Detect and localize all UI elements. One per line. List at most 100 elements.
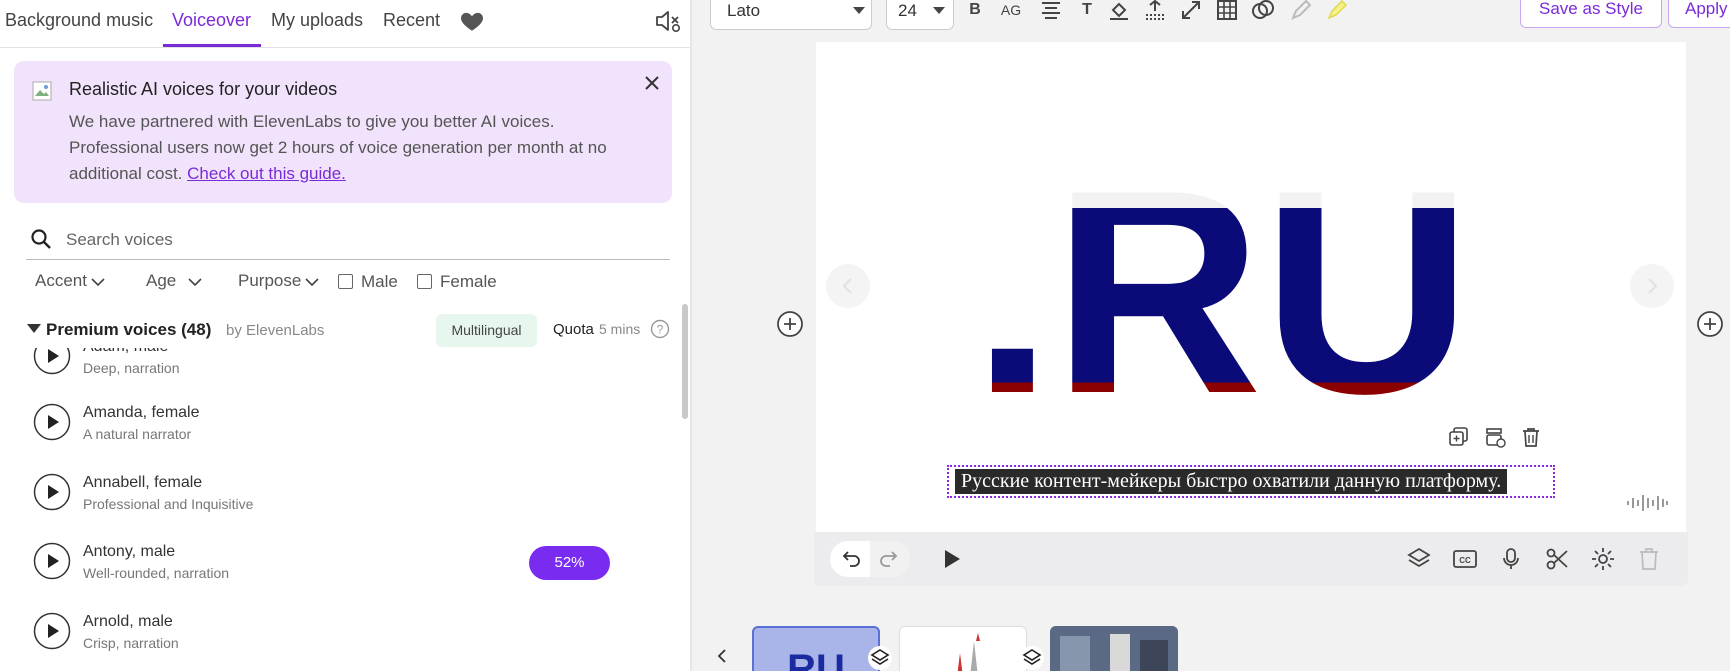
- list-item[interactable]: Antony, male Well-rounded, narration 52%: [0, 529, 672, 591]
- duplicate-icon[interactable]: [1448, 426, 1470, 448]
- layers-badge[interactable]: [1020, 646, 1044, 670]
- scissors-icon[interactable]: [1544, 546, 1570, 572]
- tab-recent[interactable]: Recent: [383, 10, 440, 31]
- add-scene-before-icon[interactable]: [776, 310, 804, 338]
- gear-icon[interactable]: [1590, 546, 1616, 572]
- list-item[interactable]: Annabell, female Professional and Inquis…: [0, 460, 672, 522]
- chevron-down-icon: [91, 277, 105, 286]
- chevron-left-icon[interactable]: [716, 648, 728, 664]
- add-scene-after-icon[interactable]: [1696, 310, 1724, 338]
- play-icon[interactable]: [33, 542, 71, 580]
- quota-value: 5 mins: [599, 321, 641, 337]
- tab-voiceover[interactable]: Voiceover: [172, 10, 251, 31]
- style-copy-icon[interactable]: [1484, 426, 1506, 448]
- font-select[interactable]: Lato: [710, 0, 872, 30]
- thumbnail-image: [1050, 626, 1178, 671]
- grid-icon[interactable]: [1214, 0, 1240, 22]
- media-panel: Background music Voiceover My uploads Re…: [0, 0, 692, 671]
- premium-voices-header[interactable]: Premium voices (48) by ElevenLabs Multil…: [0, 312, 672, 348]
- bold-button[interactable]: B: [962, 0, 988, 22]
- apply-button[interactable]: Apply: [1668, 0, 1730, 28]
- list-item[interactable]: Adam, male Deep, narration: [0, 348, 672, 386]
- trash-icon[interactable]: [1520, 426, 1542, 448]
- layers-icon: [870, 649, 890, 665]
- voice-name: Annabell, female: [83, 474, 203, 491]
- generation-progress-badge: 52%: [529, 546, 610, 580]
- audio-waveform-icon[interactable]: [1626, 492, 1668, 514]
- ru-logo-text: .RU: [972, 150, 1471, 410]
- help-icon[interactable]: ?: [650, 319, 670, 339]
- fill-color-icon[interactable]: [1106, 0, 1132, 22]
- microphone-icon[interactable]: [1498, 546, 1524, 572]
- heart-icon[interactable]: [459, 8, 485, 34]
- voice-description: Well-rounded, narration: [83, 565, 230, 581]
- subtitle-box[interactable]: Русские контент-мейкеры быстро охватили …: [947, 465, 1555, 498]
- close-icon[interactable]: [642, 73, 662, 93]
- purpose-filter[interactable]: Purpose: [238, 271, 319, 291]
- editor-panel: Lato 24 B AG T Save as Style Apply .RU Р…: [692, 0, 1730, 671]
- save-as-style-button[interactable]: Save as Style: [1520, 0, 1662, 28]
- pen-icon[interactable]: [1288, 0, 1314, 22]
- search-input[interactable]: [66, 226, 656, 254]
- list-item[interactable]: Arnold, male Crisp, narration: [0, 599, 672, 661]
- play-icon[interactable]: [33, 348, 71, 375]
- uppercase-button[interactable]: AG: [998, 0, 1024, 22]
- list-item[interactable]: Amanda, female A natural narrator: [0, 390, 672, 452]
- thumbnail-image: RU: [787, 647, 845, 671]
- checkbox-box[interactable]: [338, 274, 353, 289]
- speaker-settings-icon[interactable]: [654, 8, 682, 34]
- voice-name: Antony, male: [83, 543, 176, 560]
- voice-list-scrollbar[interactable]: [682, 304, 688, 419]
- voice-description: A natural narrator: [83, 426, 192, 442]
- undo-button[interactable]: [830, 541, 870, 577]
- trash-icon[interactable]: [1636, 546, 1662, 572]
- voice-description: Deep, narration: [83, 360, 180, 376]
- tab-my-uploads[interactable]: My uploads: [271, 10, 363, 31]
- scene-timeline: RU: [692, 612, 1730, 671]
- text-style-button[interactable]: T: [1074, 0, 1100, 22]
- female-checkbox[interactable]: Female: [417, 272, 497, 292]
- guide-link[interactable]: Check out this guide.: [187, 164, 346, 183]
- text-spacing-icon[interactable]: [1142, 0, 1168, 22]
- highlighter-icon[interactable]: [1324, 0, 1350, 22]
- captions-icon[interactable]: CC: [1452, 546, 1478, 572]
- svg-text:CC: CC: [1459, 556, 1471, 565]
- scene-thumbnail[interactable]: RU: [752, 626, 880, 671]
- ru-logo-image[interactable]: .RU: [972, 150, 1472, 410]
- subtitle-text[interactable]: Русские контент-мейкеры быстро охватили …: [955, 469, 1508, 494]
- voice-description: Crisp, narration: [83, 635, 179, 651]
- play-icon[interactable]: [33, 403, 71, 441]
- play-icon[interactable]: [938, 546, 964, 572]
- overlap-icon[interactable]: [1250, 0, 1276, 22]
- undo-redo-group: [830, 541, 910, 577]
- voice-name: Adam, male: [83, 348, 168, 356]
- age-filter[interactable]: Age: [146, 271, 202, 291]
- expand-icon[interactable]: [1178, 0, 1204, 22]
- chevron-right-icon: [1648, 278, 1658, 294]
- male-checkbox[interactable]: Male: [338, 272, 398, 292]
- align-center-icon[interactable]: [1038, 0, 1064, 22]
- section-provider: by ElevenLabs: [226, 322, 325, 339]
- scene-thumbnail[interactable]: [899, 626, 1027, 671]
- accent-filter[interactable]: Accent: [35, 271, 105, 291]
- banner-body: We have partnered with ElevenLabs to giv…: [69, 112, 607, 183]
- font-size-select[interactable]: 24: [886, 0, 954, 30]
- tab-background-music[interactable]: Background music: [5, 10, 153, 31]
- undo-icon: [842, 551, 860, 567]
- elevenlabs-banner: Realistic AI voices for your videos We h…: [14, 61, 672, 203]
- quota-label: Quota: [553, 321, 594, 338]
- layers-icon[interactable]: [1406, 546, 1432, 572]
- next-scene-button[interactable]: [1630, 264, 1674, 308]
- scene-thumbnail[interactable]: [1050, 626, 1178, 671]
- broken-image-icon: [32, 81, 52, 101]
- previous-scene-button[interactable]: [826, 264, 870, 308]
- svg-text:?: ?: [657, 323, 664, 337]
- collapse-triangle-icon[interactable]: [27, 324, 41, 333]
- checkbox-box[interactable]: [417, 274, 432, 289]
- layers-badge[interactable]: [868, 646, 892, 670]
- play-icon[interactable]: [33, 612, 71, 650]
- play-icon[interactable]: [33, 473, 71, 511]
- redo-button[interactable]: [870, 541, 910, 577]
- voice-list: Adam, male Deep, narration Amanda, femal…: [0, 348, 672, 671]
- multilingual-badge: Multilingual: [436, 314, 537, 347]
